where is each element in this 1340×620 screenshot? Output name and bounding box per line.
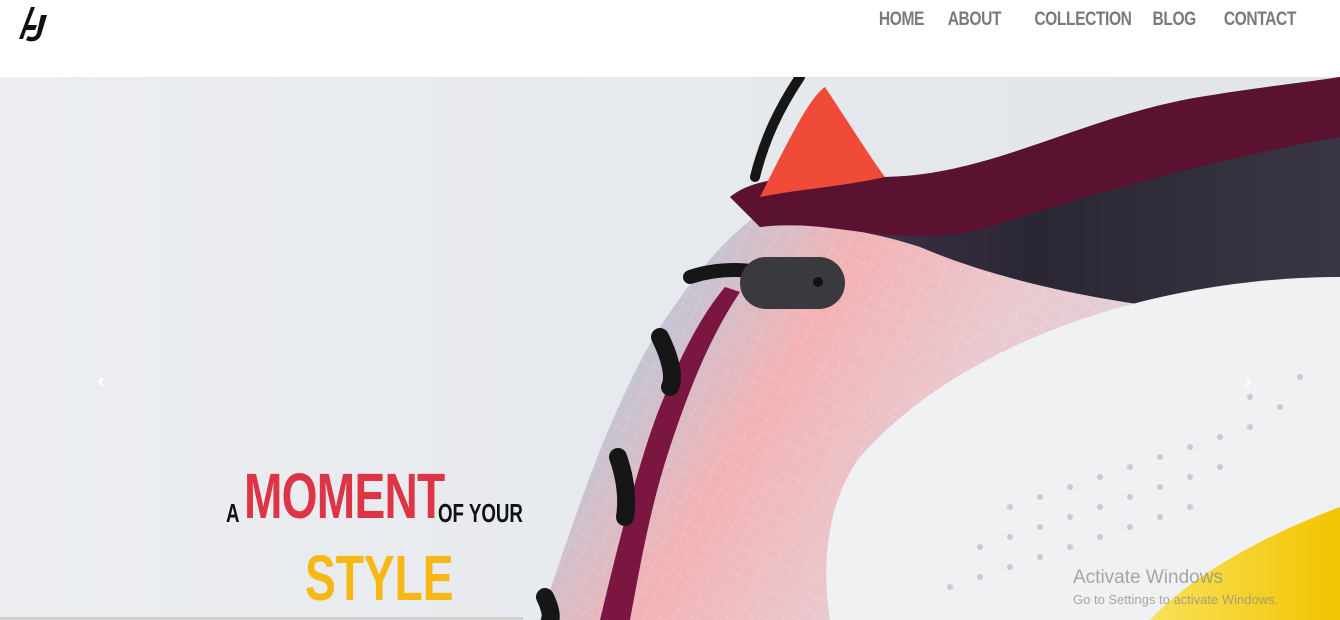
tagline-word-a: A [226,498,240,528]
nav-contact[interactable]: CONTACT [1224,6,1297,34]
tagline-word-of-your: OF YOUR [438,498,523,528]
main-nav: HOME ABOUT COLLECTION BLOG CONTACT [869,6,1296,34]
nav-home[interactable]: HOME [878,6,924,34]
aj-logo-icon[interactable] [17,3,51,43]
hero-carousel: ‹ › [0,77,1340,620]
nav-about[interactable]: ABOUT [947,6,1001,34]
windows-activation-watermark: Activate Windows Go to Settings to activ… [1073,567,1278,607]
tagline-word-moment: MOMENT [244,460,445,532]
watermark-subtitle: Go to Settings to activate Windows. [1073,592,1279,607]
chevron-right-icon: › [1244,368,1252,393]
sneaker-image [536,77,1340,620]
carousel-next-button[interactable]: › [1233,367,1263,395]
chevron-left-icon: ‹ [97,368,105,393]
site-header: HOME ABOUT COLLECTION BLOG CONTACT [0,0,1340,77]
carousel-prev-button[interactable]: ‹ [86,367,116,395]
nav-blog[interactable]: BLOG [1153,6,1197,34]
watermark-title: Activate Windows [1073,567,1223,588]
nav-collection[interactable]: COLLECTION [1034,6,1132,34]
tagline-word-style: STYLE [305,542,454,614]
